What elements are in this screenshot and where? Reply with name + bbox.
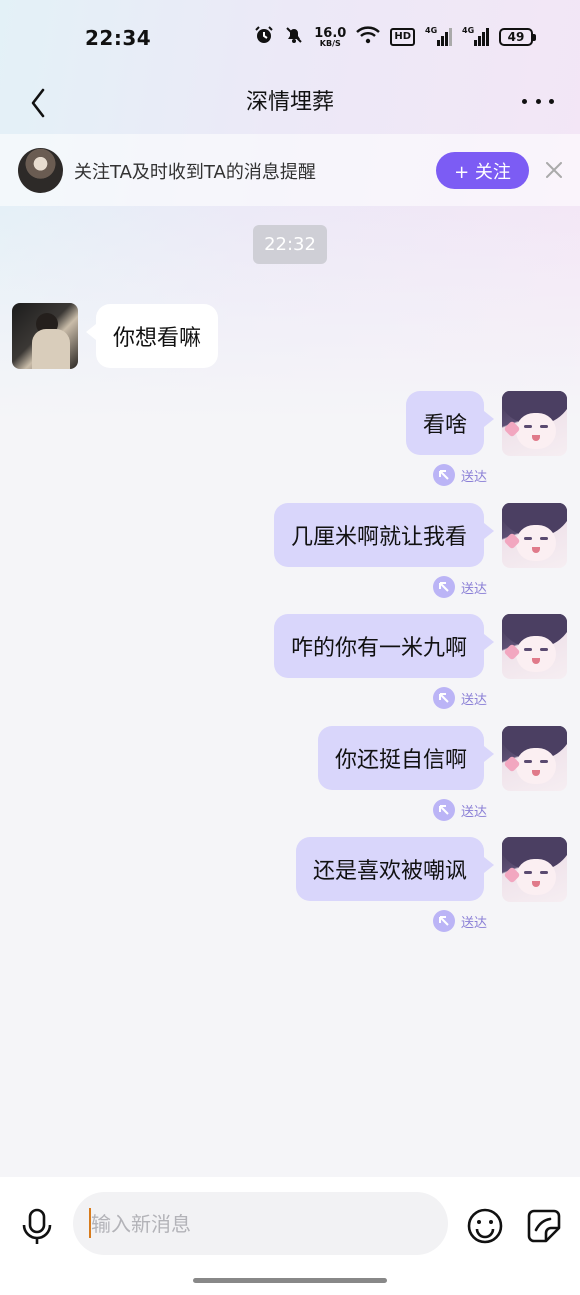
incoming-message-bubble[interactable]: 你想看嘛	[85, 304, 219, 368]
follow-banner: 关注TA及时收到TA的消息提醒 + 关注	[0, 134, 580, 206]
sticker-icon	[527, 1209, 561, 1243]
microphone-icon	[22, 1208, 52, 1244]
signal-icon-1: 4G	[425, 26, 452, 46]
voice-button[interactable]	[18, 1207, 56, 1247]
signal-icon-2: 4G	[462, 26, 489, 46]
delivered-status: 送达	[433, 464, 487, 486]
banner-avatar[interactable]	[18, 148, 63, 193]
outgoing-message: 看啥 送达	[0, 391, 580, 491]
status-icons: 16.0 KB/S HD 4G 4G 49	[254, 24, 536, 50]
network-speed-value: 16.0	[314, 25, 347, 41]
delivered-arrow-icon	[433, 464, 455, 486]
outgoing-message: 还是喜欢被嘲讽 送达	[0, 837, 580, 937]
outgoing-message: 几厘米啊就让我看 送达	[0, 503, 580, 603]
delivered-status: 送达	[433, 576, 487, 598]
close-banner-button[interactable]	[540, 156, 568, 184]
contact-avatar[interactable]	[12, 303, 78, 369]
status-bar: 22:34 16.0 KB/S HD 4G 4G 49	[0, 0, 580, 74]
delivered-label: 送达	[461, 469, 488, 485]
mute-bell-icon	[284, 25, 304, 49]
home-indicator[interactable]	[193, 1278, 387, 1283]
emoji-button[interactable]	[466, 1207, 504, 1245]
status-time: 22:34	[85, 26, 152, 50]
delivered-status: 送达	[433, 910, 487, 932]
delivered-label: 送达	[461, 804, 488, 820]
delivered-arrow-icon	[433, 687, 455, 709]
emoji-icon	[467, 1208, 503, 1244]
outgoing-message: 咋的你有一米九啊 送达	[0, 614, 580, 714]
alarm-icon	[254, 25, 274, 49]
delivered-arrow-icon	[433, 910, 455, 932]
message-input-bar	[0, 1177, 580, 1295]
outgoing-message-bubble[interactable]: 你还挺自信啊	[317, 726, 495, 790]
more-options-button[interactable]	[518, 86, 558, 116]
delivered-status: 送达	[433, 799, 487, 821]
more-dot-icon	[522, 98, 527, 104]
delivered-status: 送达	[433, 687, 487, 709]
outgoing-message-bubble[interactable]: 还是喜欢被嘲讽	[295, 837, 495, 901]
my-avatar[interactable]	[502, 726, 567, 791]
delivered-arrow-icon	[433, 799, 455, 821]
my-avatar[interactable]	[502, 614, 567, 679]
delivered-label: 送达	[461, 692, 488, 708]
wifi-icon	[356, 26, 381, 48]
outgoing-message: 你还挺自信啊 送达	[0, 726, 580, 826]
follow-button[interactable]: + 关注	[436, 152, 529, 189]
delivered-label: 送达	[461, 915, 488, 931]
outgoing-message-bubble[interactable]: 咋的你有一米九啊	[273, 614, 495, 678]
my-avatar[interactable]	[502, 503, 567, 568]
message-input[interactable]	[73, 1192, 448, 1255]
outgoing-message-bubble[interactable]: 看啥	[405, 391, 495, 455]
battery-level: 49	[499, 28, 533, 46]
text-caret	[89, 1208, 91, 1238]
my-avatar[interactable]	[502, 837, 567, 902]
chat-title: 深情埋葬	[245, 90, 334, 115]
sticker-button[interactable]	[525, 1207, 563, 1245]
chat-header: 深情埋葬	[0, 74, 580, 134]
time-divider: 22:32	[253, 225, 327, 264]
network-speed: 16.0 KB/S	[314, 27, 346, 48]
signal-1-label: 4G	[425, 26, 438, 35]
signal-2-label: 4G	[462, 26, 475, 35]
outgoing-message-bubble[interactable]: 几厘米啊就让我看	[273, 503, 495, 567]
battery-icon: 49	[499, 28, 536, 46]
network-speed-unit: KB/S	[319, 38, 341, 48]
follow-prompt-text: 关注TA及时收到TA的消息提醒	[74, 162, 316, 183]
my-avatar[interactable]	[502, 391, 567, 456]
delivered-label: 送达	[461, 581, 488, 597]
hd-icon: HD	[390, 28, 415, 46]
close-icon	[546, 162, 562, 178]
delivered-arrow-icon	[433, 576, 455, 598]
